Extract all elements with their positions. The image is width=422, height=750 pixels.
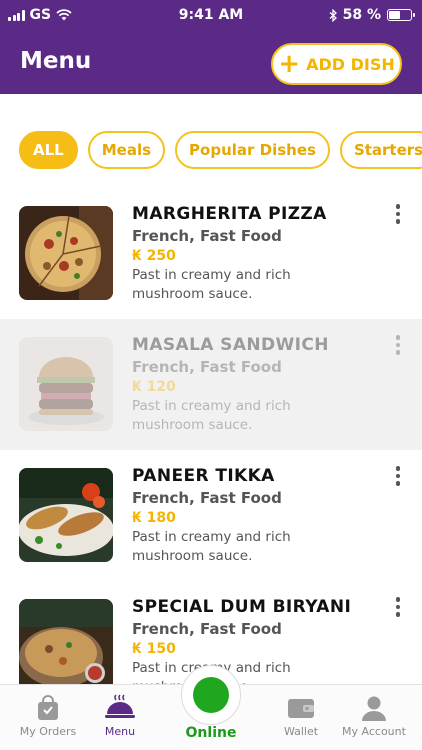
dish-info: PANEER TIKKA French, Fast Food ₭ 180 Past i… bbox=[132, 466, 374, 566]
dish-price: ₭ 180 bbox=[132, 510, 176, 526]
online-toggle-button[interactable] bbox=[181, 665, 241, 725]
add-dish-button[interactable]: + ADD DISH bbox=[271, 43, 402, 85]
shopping-bag-icon bbox=[38, 695, 58, 720]
dish-info: MASALA SANDWICH French, Fast Food ₭ 120 Pas… bbox=[132, 335, 374, 435]
more-options-icon[interactable] bbox=[394, 204, 402, 226]
status-bar: GS 9:41 AM 58 % bbox=[0, 0, 422, 32]
filter-chip[interactable]: Meals bbox=[87, 131, 166, 169]
bluetooth-icon bbox=[329, 8, 337, 22]
wallet-icon bbox=[288, 699, 314, 718]
dish-description: Past in creamy and rich mushroom sauce. bbox=[132, 529, 291, 564]
dish-name: MASALA SANDWICH bbox=[132, 335, 329, 355]
more-options-icon[interactable] bbox=[394, 466, 402, 488]
add-dish-label: ADD DISH bbox=[306, 54, 395, 74]
more-options-icon[interactable] bbox=[394, 335, 402, 357]
dish-name: PANEER TIKKA bbox=[132, 466, 275, 486]
online-label: Online bbox=[185, 725, 237, 741]
online-status-dot bbox=[193, 677, 229, 713]
dish-info: SPECIAL DUM BIRYANI French, Fast Food ₭ 15… bbox=[132, 597, 374, 697]
plus-icon: + bbox=[278, 49, 301, 79]
more-options-icon[interactable] bbox=[394, 597, 402, 619]
filter-chip[interactable]: Popular Dishes bbox=[175, 131, 330, 169]
dish-photo bbox=[19, 337, 113, 431]
dish-list-item[interactable]: MASALA SANDWICH French, Fast Food ₭ 120 Pas… bbox=[0, 319, 422, 450]
filter-chip[interactable]: Starters bbox=[339, 131, 422, 169]
dish-price: ₭ 150 bbox=[132, 641, 176, 657]
dish-photo bbox=[19, 468, 113, 562]
dish-list: MARGHERITA PIZZA French, Fast Food ₭ 250 Pa… bbox=[0, 188, 422, 712]
dish-description: Past in creamy and rich mushroom sauce. bbox=[132, 398, 291, 433]
dish-photo bbox=[19, 206, 113, 300]
tab-label-menu: Menu bbox=[104, 725, 136, 738]
dish-info: MARGHERITA PIZZA French, Fast Food ₭ 250 Pa… bbox=[132, 204, 374, 304]
tab-menu[interactable]: Menu bbox=[78, 693, 162, 738]
dish-category: French, Fast Food bbox=[132, 358, 282, 376]
app-header: GS 9:41 AM 58 % Menu + ADD DISH bbox=[0, 0, 422, 94]
tab-wallet[interactable]: Wallet bbox=[259, 693, 343, 738]
dish-description: Past in creamy and rich mushroom sauce. bbox=[132, 267, 291, 302]
tab-my-account[interactable]: My Account bbox=[332, 693, 416, 738]
food-cloche-icon bbox=[105, 694, 135, 718]
tab-label-account: My Account bbox=[342, 725, 406, 738]
dish-name: MARGHERITA PIZZA bbox=[132, 204, 327, 224]
filter-chip[interactable]: ALL bbox=[19, 131, 78, 169]
page-title: Menu bbox=[20, 48, 92, 74]
category-filter-bar: ALL Meals Popular Dishes Starters bbox=[19, 131, 422, 169]
dish-photo bbox=[19, 599, 113, 693]
dish-name: SPECIAL DUM BIRYANI bbox=[132, 597, 352, 617]
battery-level-fill bbox=[389, 11, 401, 19]
tab-label-wallet: Wallet bbox=[283, 725, 319, 738]
user-icon bbox=[362, 696, 386, 721]
dish-price: ₭ 250 bbox=[132, 248, 176, 264]
dish-category: French, Fast Food bbox=[132, 620, 282, 638]
dish-category: French, Fast Food bbox=[132, 227, 282, 245]
dish-price: ₭ 120 bbox=[132, 379, 176, 395]
dish-category: French, Fast Food bbox=[132, 489, 282, 507]
dish-list-item[interactable]: MARGHERITA PIZZA French, Fast Food ₭ 250 Pa… bbox=[0, 188, 422, 319]
battery-percent: 58 % bbox=[342, 7, 381, 23]
battery-icon bbox=[387, 9, 415, 21]
dish-list-item[interactable]: PANEER TIKKA French, Fast Food ₭ 180 Past i… bbox=[0, 450, 422, 581]
